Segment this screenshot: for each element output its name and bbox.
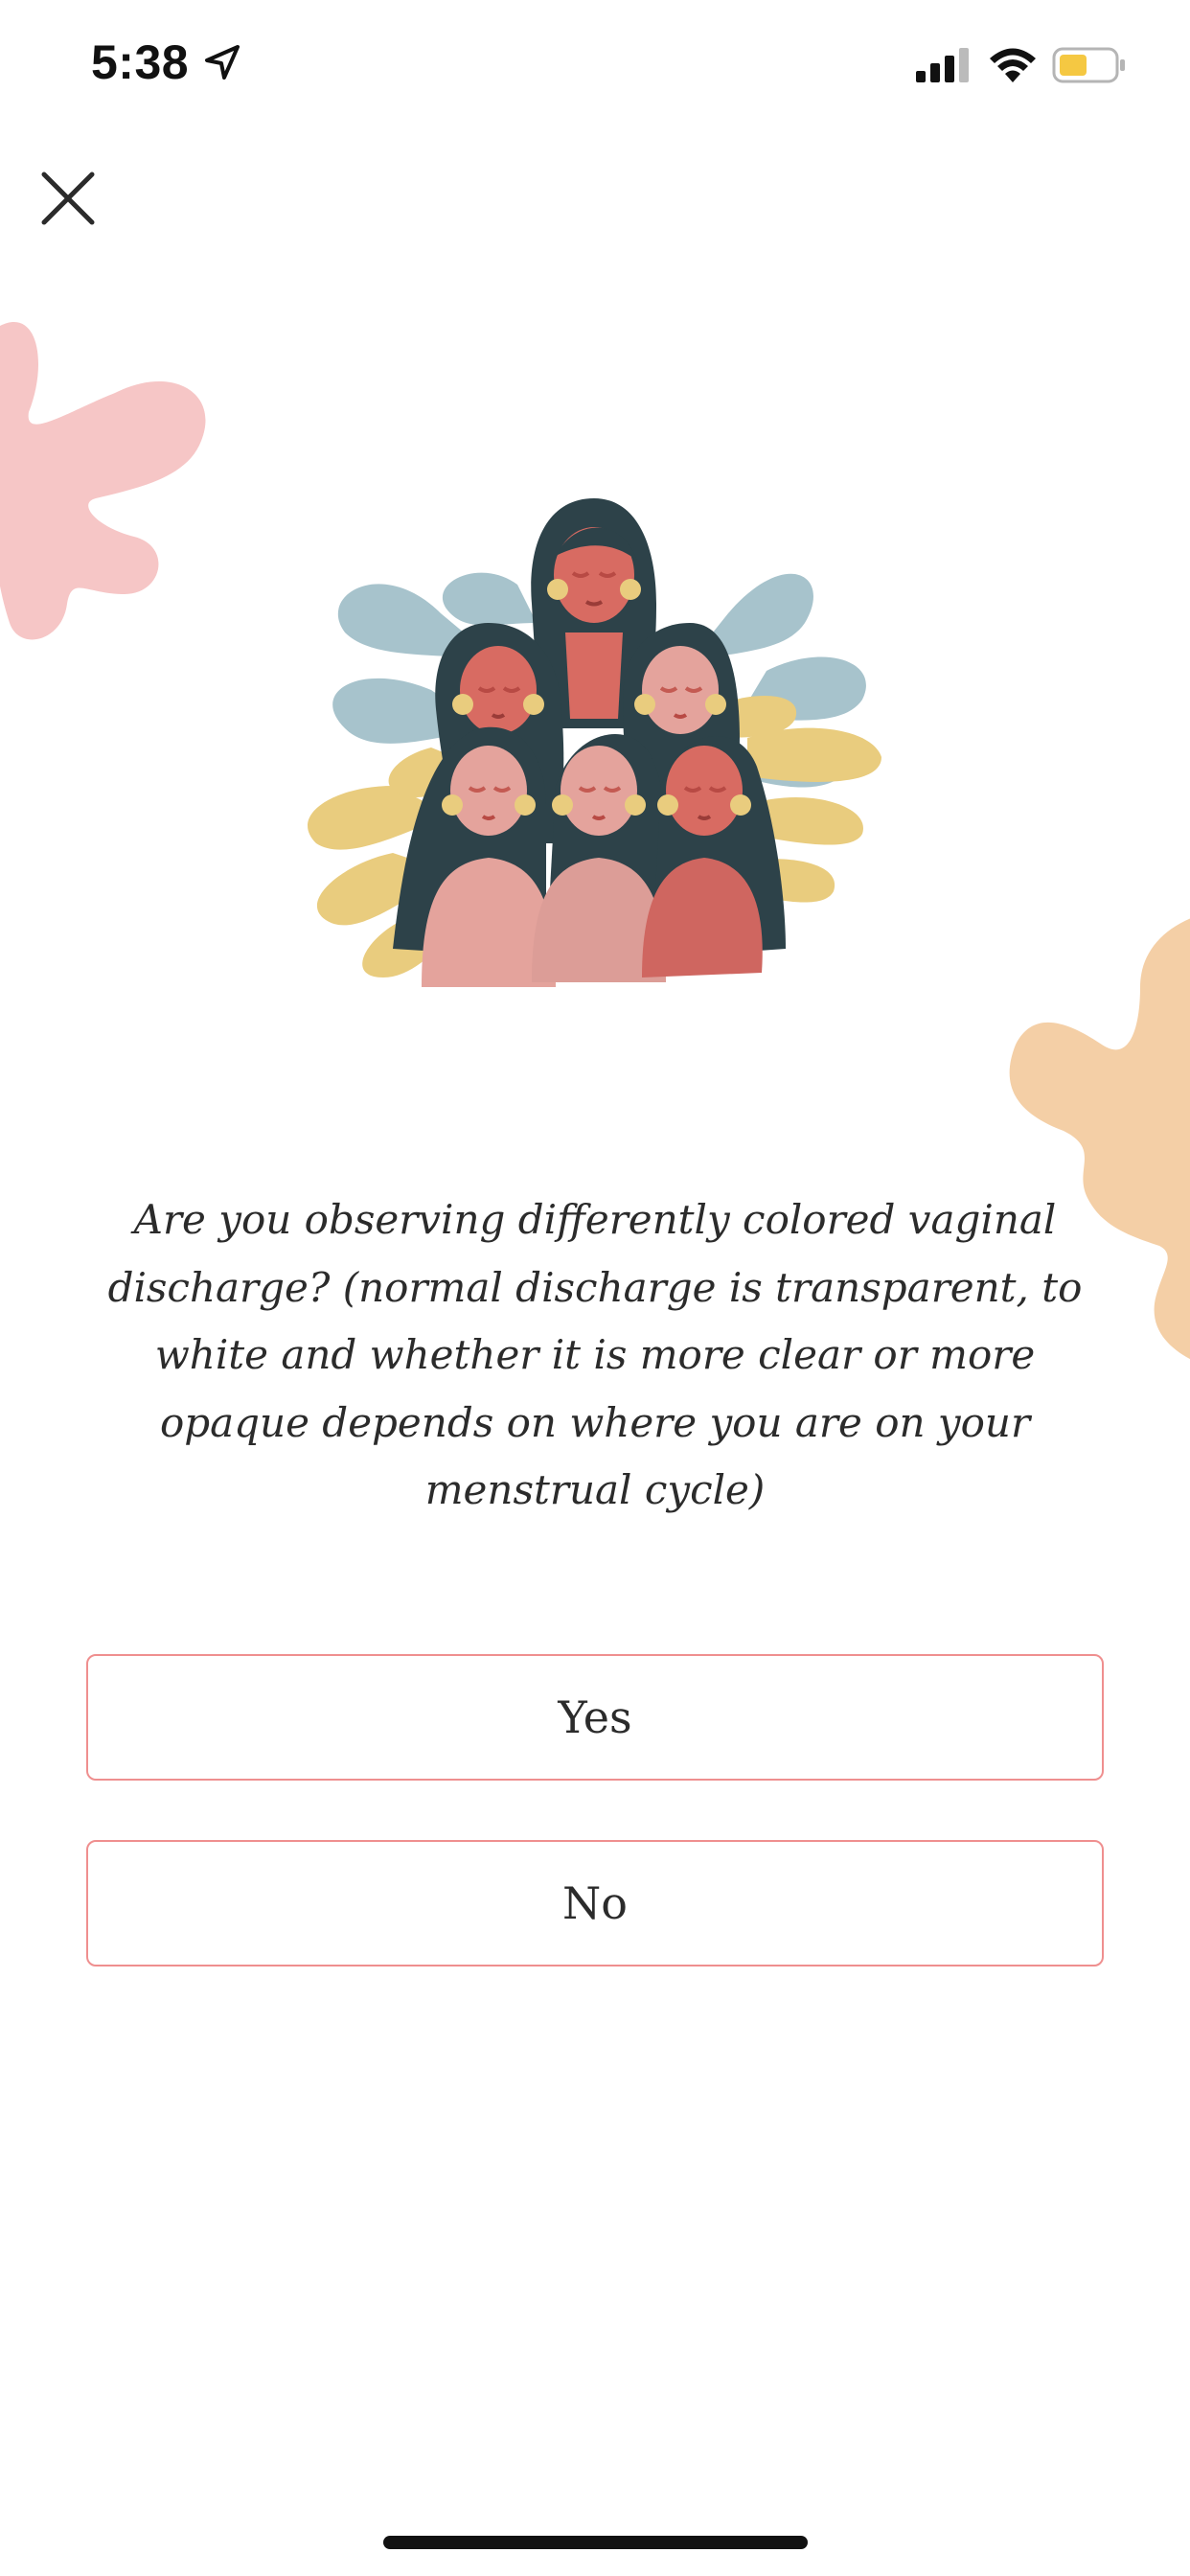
close-button[interactable] — [34, 165, 102, 232]
location-arrow-icon — [205, 45, 240, 80]
wifi-icon — [990, 48, 1036, 82]
cellular-signal-icon — [916, 48, 969, 82]
battery-icon — [1052, 47, 1125, 83]
group-of-women-illustration — [308, 498, 881, 987]
answer-yes-button[interactable]: Yes — [86, 1654, 1104, 1781]
screen: 5:38 Are you observing differently color… — [0, 0, 1190, 2576]
status-bar: 5:38 — [0, 0, 1190, 134]
status-time: 5:38 — [91, 35, 190, 89]
answer-no-button[interactable]: No — [86, 1840, 1104, 1966]
home-indicator[interactable] — [383, 2536, 808, 2549]
decorative-pink-blob — [0, 322, 206, 640]
question-text: Are you observing differently colored va… — [107, 1196, 1083, 1513]
